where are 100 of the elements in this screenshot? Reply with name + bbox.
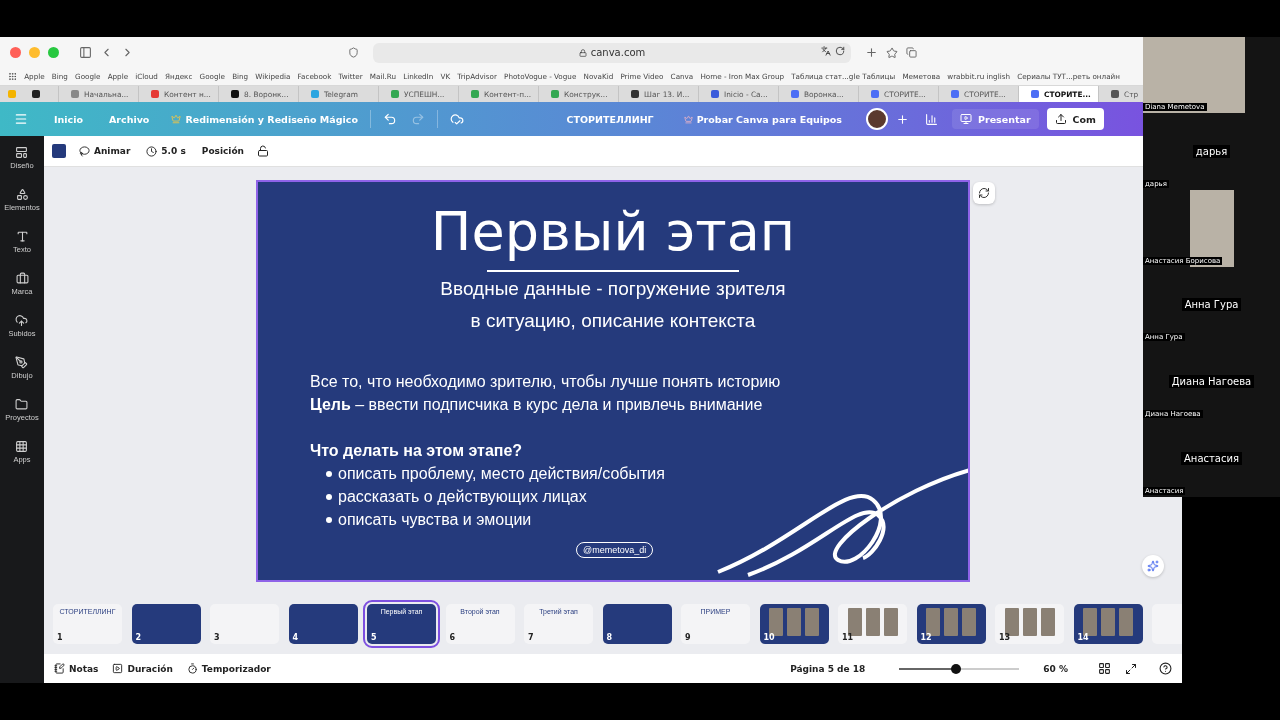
color-swatch[interactable] [52, 144, 66, 158]
photo-placeholder [1119, 608, 1133, 636]
grid-view-icon[interactable] [1098, 662, 1111, 675]
slide-thumbnail[interactable]: 13 [995, 604, 1064, 644]
crown-icon [683, 114, 693, 124]
refresh-icon[interactable] [973, 182, 995, 204]
photo-placeholder [805, 608, 819, 636]
slide-thumbnail[interactable]: 3 [210, 604, 279, 644]
star-icon[interactable] [886, 46, 898, 59]
thumbnail-number: 10 [763, 633, 775, 642]
lock-icon [578, 48, 587, 57]
thumbnail-number: 12 [920, 633, 932, 642]
fullscreen-icon[interactable] [1125, 662, 1137, 675]
present-icon [960, 113, 972, 125]
slide-thumbnail[interactable]: 14 [1073, 604, 1143, 644]
thumbnail-number: 11 [842, 633, 854, 642]
share-button[interactable]: Com [1046, 108, 1104, 130]
thumbnail-number: 5 [371, 633, 377, 642]
position-button[interactable]: Posición [198, 144, 248, 158]
crown-icon [171, 114, 182, 124]
zoom-reading: 60 % [1043, 663, 1068, 674]
slide-text: Цель – ввести подписчика в курс дела и привлечь внимание [310, 395, 764, 415]
participant-name: Диана Нагоева [1168, 375, 1255, 389]
new-tab-icon[interactable] [865, 46, 878, 59]
upload-icon [15, 314, 29, 327]
translate-icon[interactable] [821, 45, 831, 56]
lock-icon[interactable] [257, 145, 270, 157]
slide-thumbnail[interactable]: 12 [916, 604, 986, 644]
slide-text: Все то, что необходимо зрителю, чтобы лучше понять историю [310, 372, 782, 392]
reload-icon[interactable] [835, 45, 845, 56]
slide-thumbnail[interactable]: 11 [838, 604, 907, 644]
clock-icon [146, 145, 158, 157]
sidebar-icon[interactable] [79, 46, 92, 59]
slide-thumbnail[interactable]: 8 [602, 604, 672, 644]
thumbnail-number: 8 [606, 633, 613, 642]
grid-icon [15, 440, 29, 453]
undo-icon[interactable] [382, 112, 397, 126]
briefcase-icon [15, 272, 29, 285]
photo-placeholder [1022, 608, 1037, 636]
slide-heading: Что делать на этом этапе? [310, 441, 524, 461]
photo-placeholder [865, 608, 880, 636]
avatar[interactable] [866, 108, 888, 130]
duration-button[interactable]: Duración [112, 663, 173, 674]
design-icon [15, 146, 29, 159]
thumbnail-number: 13 [999, 633, 1011, 642]
photo-placeholder [944, 608, 958, 636]
photo-placeholder [883, 608, 898, 636]
slide-thumbnail[interactable]: 10 [759, 604, 829, 644]
tabs-overview-icon[interactable] [906, 47, 917, 58]
apps-grid-icon[interactable] [8, 72, 17, 81]
pen-icon [15, 356, 29, 369]
photo-placeholder [787, 608, 801, 636]
shapes-icon [15, 188, 29, 201]
slide-title: Первый этап [430, 200, 796, 264]
thumbnail-number: 1 [57, 633, 63, 642]
slide-thumbnail[interactable]: 4 [288, 604, 358, 644]
thumbnail-number: 2 [135, 633, 142, 642]
slide-subtitle: в ситуацию, описание контекста [469, 309, 757, 333]
thumbnail-number: 4 [292, 633, 299, 642]
add-icon[interactable] [896, 112, 909, 126]
slider-thumb[interactable] [950, 663, 961, 674]
animate-button[interactable]: Animar [76, 143, 134, 159]
thumbnail-number: 9 [685, 633, 691, 642]
url-text: canva.com [590, 47, 646, 58]
play-icon [112, 663, 124, 674]
folder-icon [15, 398, 29, 411]
animate-icon [79, 145, 90, 157]
notes-icon [54, 663, 65, 674]
duration-button[interactable]: 5.0 s [143, 143, 189, 159]
try-teams-button[interactable]: Probar Canva para Equipos [683, 113, 842, 125]
chart-icon[interactable] [925, 112, 938, 126]
shield-icon[interactable] [348, 47, 359, 58]
bullet-icon [326, 516, 332, 523]
page-indicator: Página 5 de 18 [790, 663, 866, 674]
bullet-text: описать чувства и эмоции [338, 510, 532, 530]
help-icon[interactable] [1159, 662, 1172, 675]
slide-thumbnail[interactable]: 2 [131, 604, 201, 644]
thumbnail-number: 3 [214, 633, 220, 642]
slide-subtitle: Вводные данные - погружение зрителя [440, 277, 786, 301]
document-title[interactable]: СТОРИТЕЛЛИНГ [566, 113, 654, 125]
timer-button[interactable]: Temporizador [186, 663, 271, 674]
notes-button[interactable]: Notas [54, 663, 99, 674]
thumbnail-number: 14 [1077, 633, 1089, 642]
bullet-icon [326, 493, 332, 500]
sparkle-icon[interactable] [1142, 555, 1164, 577]
bullet-icon [326, 470, 332, 477]
close-icon[interactable] [10, 47, 21, 58]
photo-placeholder [1101, 608, 1115, 636]
participant-name: Анна Гура [1181, 298, 1242, 312]
bullet-text: рассказать о действующих лицах [338, 487, 587, 507]
text-icon [15, 230, 29, 243]
share-icon [1054, 113, 1067, 125]
cloud-check-icon[interactable] [449, 112, 464, 126]
photo-placeholder [962, 608, 976, 636]
present-button[interactable]: Presentar [952, 109, 1039, 129]
address-field[interactable]: canva.com [373, 42, 851, 63]
photo-placeholder [1040, 608, 1055, 636]
participant-name: дарья [1192, 144, 1231, 158]
participant-name: Анастасия [1181, 452, 1242, 466]
bullet-text: описать проблему, место действия/события [338, 464, 665, 484]
